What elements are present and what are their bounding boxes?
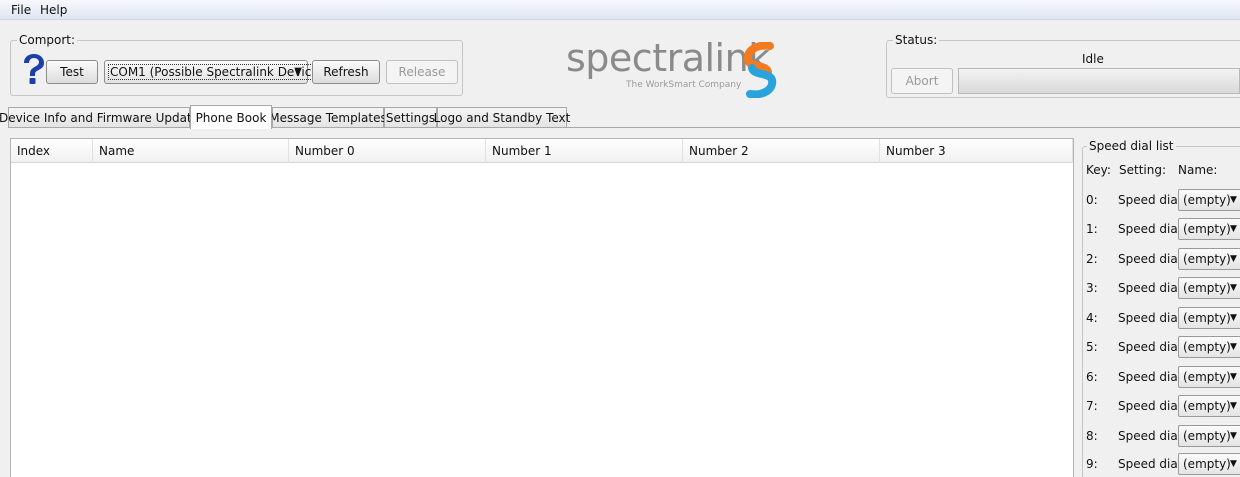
phonebook-table[interactable]: Index Name Number 0 Number 1 Number 2 Nu…	[10, 138, 1074, 477]
speed-dial-row: 7: Speed dial (empty) ▼	[1086, 395, 1240, 419]
speed-dial-setting: Speed dial	[1118, 429, 1182, 443]
speed-dial-row: 1: Speed dial (empty) ▼	[1086, 218, 1240, 242]
speed-dial-name-select[interactable]: (empty) ▼	[1178, 248, 1240, 270]
speed-dial-key: 3:	[1086, 281, 1098, 295]
speed-dial-name-value: (empty)	[1183, 457, 1231, 471]
speed-dial-row: 8: Speed dial (empty) ▼	[1086, 425, 1240, 449]
status-legend: Status:	[893, 33, 940, 47]
tab-device-info[interactable]: Device Info and Firmware Update	[0, 107, 199, 128]
speed-dial-name-select[interactable]: (empty) ▼	[1178, 425, 1240, 447]
refresh-button[interactable]: Refresh	[312, 60, 380, 84]
column-index[interactable]: Index	[11, 139, 93, 163]
tab-settings[interactable]: Settings	[384, 107, 437, 128]
speed-dial-key: 4:	[1086, 311, 1098, 325]
column-number-2[interactable]: Number 2	[683, 139, 880, 163]
speed-dial-name-select[interactable]: (empty) ▼	[1178, 395, 1240, 417]
chevron-down-icon: ▼	[1230, 313, 1237, 323]
chevron-down-icon: ▼	[1230, 224, 1237, 234]
speed-dial-name-select[interactable]: (empty) ▼	[1178, 453, 1240, 475]
chevron-down-icon: ▼	[1230, 342, 1237, 352]
spectralink-logo: spectralink The WorkSmart Company	[566, 36, 786, 98]
chevron-down-icon: ▼	[1230, 372, 1237, 382]
speed-dial-setting: Speed dial	[1118, 457, 1182, 471]
speed-dial-setting: Speed dial	[1118, 340, 1182, 354]
speed-dial-key: 1:	[1086, 222, 1098, 236]
speed-dial-row: 3: Speed dial (empty) ▼	[1086, 277, 1240, 301]
table-header: Index Name Number 0 Number 1 Number 2 Nu…	[11, 139, 1073, 163]
comport-select-value: COM1 (Possible Spectralink Device)	[108, 64, 326, 80]
speed-dial-name-value: (empty)	[1183, 370, 1231, 384]
tab-logo-standby[interactable]: Logo and Standby Text	[434, 107, 570, 128]
test-button[interactable]: Test	[46, 60, 98, 84]
speed-dial-setting: Speed dial	[1118, 311, 1182, 325]
column-number-0[interactable]: Number 0	[289, 139, 486, 163]
speed-dial-key: 6:	[1086, 370, 1098, 384]
abort-button[interactable]: Abort	[891, 68, 953, 94]
chevron-down-icon: ▼	[294, 66, 302, 77]
speed-dial-row: 6: Speed dial (empty) ▼	[1086, 366, 1240, 390]
speed-dial-setting: Speed dial	[1118, 281, 1182, 295]
speed-dial-name-header: Name:	[1178, 163, 1218, 177]
speed-dial-setting: Speed dial	[1118, 252, 1182, 266]
speed-dial-row: 4: Speed dial (empty) ▼	[1086, 307, 1240, 331]
speed-dial-name-value: (empty)	[1183, 281, 1231, 295]
speed-dial-name-value: (empty)	[1183, 252, 1231, 266]
chevron-down-icon: ▼	[1230, 459, 1237, 469]
column-number-3[interactable]: Number 3	[880, 139, 1073, 163]
speed-dial-name-value: (empty)	[1183, 222, 1231, 236]
speed-dial-key: 9:	[1086, 457, 1098, 471]
speed-dial-name-select[interactable]: (empty) ▼	[1178, 366, 1240, 388]
progress-bar	[958, 68, 1240, 94]
speed-dial-name-select[interactable]: (empty) ▼	[1178, 277, 1240, 299]
speed-dial-name-value: (empty)	[1183, 193, 1231, 207]
speed-dial-legend: Speed dial list	[1087, 139, 1176, 153]
release-button[interactable]: Release	[386, 60, 458, 84]
speed-dial-key: 2:	[1086, 252, 1098, 266]
menu-file[interactable]: File	[11, 3, 31, 17]
speed-dial-row: 2: Speed dial (empty) ▼	[1086, 248, 1240, 272]
chevron-down-icon: ▼	[1230, 401, 1237, 411]
chevron-down-icon: ▼	[1230, 431, 1237, 441]
chevron-down-icon: ▼	[1230, 195, 1237, 205]
spectralink-mark-icon	[743, 42, 777, 98]
tab-message-templates[interactable]: Message Templates	[269, 107, 387, 128]
speed-dial-key: 5:	[1086, 340, 1098, 354]
speed-dial-setting: Speed dial	[1118, 222, 1182, 236]
column-number-1[interactable]: Number 1	[486, 139, 683, 163]
speed-dial-name-select[interactable]: (empty) ▼	[1178, 307, 1240, 329]
speed-dial-name-value: (empty)	[1183, 340, 1231, 354]
column-name[interactable]: Name	[93, 139, 289, 163]
comport-legend: Comport:	[17, 33, 78, 47]
chevron-down-icon: ▼	[1230, 283, 1237, 293]
speed-dial-key: 0:	[1086, 193, 1098, 207]
tab-phone-book[interactable]: Phone Book	[190, 105, 272, 129]
speed-dial-row: 0: Speed dial (empty) ▼	[1086, 189, 1240, 213]
speed-dial-name-value: (empty)	[1183, 399, 1231, 413]
status-text: Idle	[1082, 52, 1104, 66]
speed-dial-setting-header: Setting:	[1119, 163, 1167, 177]
speed-dial-setting: Speed dial	[1118, 370, 1182, 384]
speed-dial-name-value: (empty)	[1183, 311, 1231, 325]
chevron-down-icon: ▼	[1230, 254, 1237, 264]
speed-dial-name-value: (empty)	[1183, 429, 1231, 443]
menu-bar: File Help	[0, 0, 1240, 20]
speed-dial-setting: Speed dial	[1118, 193, 1182, 207]
comport-select[interactable]: COM1 (Possible Spectralink Device) ▼	[104, 60, 326, 84]
speed-dial-key: 7:	[1086, 399, 1098, 413]
speed-dial-row: 9: Speed dial (empty) ▼	[1086, 453, 1240, 477]
speed-dial-name-select[interactable]: (empty) ▼	[1178, 336, 1240, 358]
help-icon[interactable]	[20, 53, 46, 85]
menu-help[interactable]: Help	[40, 3, 67, 17]
speed-dial-key-header: Key:	[1086, 163, 1111, 177]
speed-dial-key: 8:	[1086, 429, 1098, 443]
speed-dial-setting: Speed dial	[1118, 399, 1182, 413]
speed-dial-name-select[interactable]: (empty) ▼	[1178, 189, 1240, 211]
speed-dial-row: 5: Speed dial (empty) ▼	[1086, 336, 1240, 360]
speed-dial-name-select[interactable]: (empty) ▼	[1178, 218, 1240, 240]
logo-tagline: The WorkSmart Company	[626, 80, 742, 90]
